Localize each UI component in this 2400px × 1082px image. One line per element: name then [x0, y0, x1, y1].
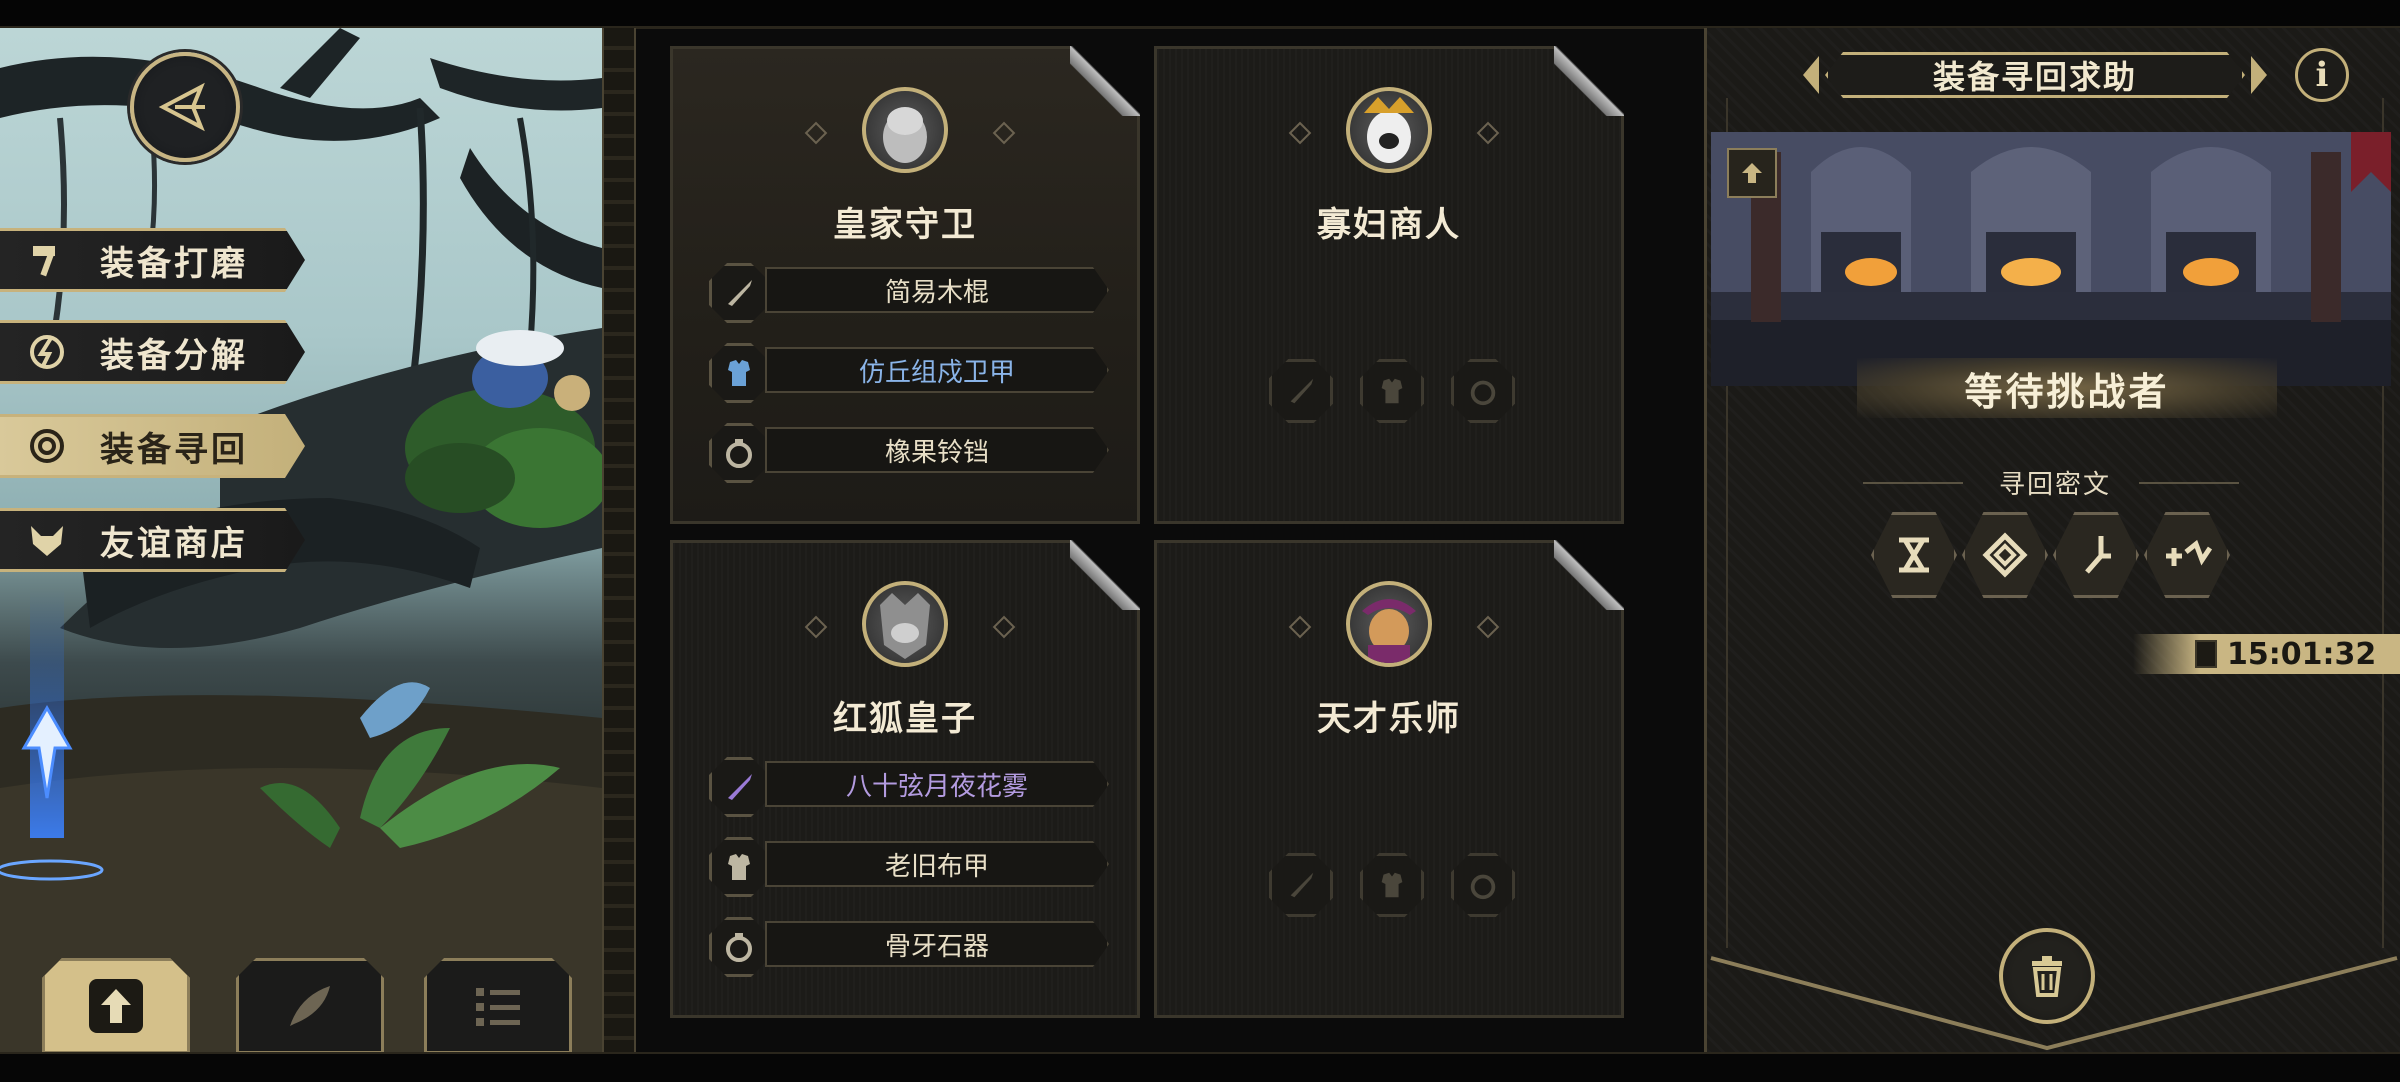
- empty-accessory-slot-icon: [1451, 853, 1515, 917]
- fox-icon: [24, 517, 70, 563]
- delete-button[interactable]: [1999, 928, 2095, 1024]
- tab-list[interactable]: [424, 958, 572, 1054]
- diamond-ornament: [992, 121, 1016, 145]
- equipment-slot[interactable]: 橡果铃铛: [709, 423, 1109, 483]
- diamond-ornament: [1476, 121, 1500, 145]
- page-fold-corner: [1070, 540, 1140, 610]
- armor-icon: [709, 343, 769, 403]
- back-button[interactable]: [130, 52, 240, 162]
- disassemble-icon: [24, 329, 70, 375]
- equipment-name: 橡果铃铛: [765, 427, 1109, 473]
- retrieve-help-panel: 装备寻回求助 i 等待挑战者 寻回密文 15:01:32: [1704, 28, 2400, 1052]
- equipment-slot[interactable]: 骨牙石器: [709, 917, 1109, 977]
- menu-retrieve-label: 装备寻回: [100, 429, 248, 470]
- npc-name: 皇家守卫: [833, 205, 977, 245]
- page-fold-corner: [1554, 46, 1624, 116]
- divider: [2139, 482, 2239, 484]
- npc-card-red-fox-prince[interactable]: 红狐皇子 八十弦月夜花雾 老旧布甲 骨牙石器: [670, 540, 1140, 1018]
- cipher-label: 寻回密文: [1998, 470, 2111, 500]
- menu-disassemble-button[interactable]: 装备分解: [0, 320, 305, 384]
- info-button[interactable]: i: [2295, 48, 2349, 102]
- sword-icon: [709, 263, 769, 323]
- npc-card-royal-guard[interactable]: 皇家守卫 简易木棍 仿丘组戍卫甲 橡果铃铛: [670, 46, 1140, 524]
- equipment-name: 老旧布甲: [765, 841, 1109, 887]
- npc-avatar: [862, 581, 948, 667]
- scene-divider: [602, 28, 636, 1052]
- list-icon: [476, 988, 520, 1026]
- npc-avatar: [862, 87, 948, 173]
- tab-feather[interactable]: [236, 958, 384, 1054]
- countdown-timer: 15:01:32: [2133, 634, 2400, 674]
- panel-title: 装备寻回求助: [1825, 52, 2245, 98]
- equipment-name: 八十弦月夜花雾: [765, 761, 1109, 807]
- hourglass-icon: [2195, 640, 2217, 668]
- diamond-ornament: [804, 615, 828, 639]
- npc-avatar: [1346, 87, 1432, 173]
- equipment-slot[interactable]: 仿丘组戍卫甲: [709, 343, 1109, 403]
- page-fold-corner: [1554, 540, 1624, 610]
- menu-retrieve-button[interactable]: 装备寻回: [0, 414, 305, 478]
- equipment-slot[interactable]: 八十弦月夜花雾: [709, 757, 1109, 817]
- equipment-name: 仿丘组戍卫甲: [765, 347, 1109, 393]
- equipment-slot[interactable]: 简易木棍: [709, 263, 1109, 323]
- equipment-name: 简易木棍: [765, 267, 1109, 313]
- back-arrow-icon: [158, 82, 205, 132]
- equipment-name: 骨牙石器: [765, 921, 1109, 967]
- bottom-bar: [0, 1052, 2400, 1082]
- spiral-icon: [24, 423, 70, 469]
- retrieve-preview-image: [1711, 132, 2391, 386]
- preview-upload-icon: [1727, 148, 1777, 198]
- trash-icon: [2032, 956, 2062, 997]
- diamond-ornament: [1288, 121, 1312, 145]
- status-banner: 等待挑战者: [1857, 358, 2277, 418]
- empty-armor-slot-icon: [1360, 359, 1424, 423]
- diamond-ornament: [804, 121, 828, 145]
- menu-polish-label: 装备打磨: [100, 243, 248, 284]
- empty-armor-slot-icon: [1360, 853, 1424, 917]
- hammer-icon: [24, 237, 70, 283]
- tab-upload[interactable]: [42, 958, 190, 1054]
- npc-name: 红狐皇子: [833, 699, 977, 739]
- sword-icon: [709, 757, 769, 817]
- timer-value: 15:01:32: [2227, 637, 2377, 672]
- npc-avatar: [1346, 581, 1432, 667]
- upload-icon: [89, 979, 143, 1033]
- ring-icon: [709, 423, 769, 483]
- menu-shop-button[interactable]: 友谊商店: [0, 508, 305, 572]
- feather-icon: [290, 986, 330, 1026]
- diamond-ornament: [1288, 615, 1312, 639]
- empty-weapon-slot-icon: [1269, 359, 1333, 423]
- armor-icon: [709, 837, 769, 897]
- diamond-ornament: [1476, 615, 1500, 639]
- ring-icon: [709, 917, 769, 977]
- top-bar: [0, 0, 2400, 29]
- empty-weapon-slot-icon: [1269, 853, 1333, 917]
- menu-shop-label: 友谊商店: [100, 523, 248, 564]
- npc-card-widow-merchant[interactable]: 寡妇商人: [1154, 46, 1624, 524]
- page-fold-corner: [1070, 46, 1140, 116]
- npc-name: 寡妇商人: [1317, 205, 1461, 245]
- npc-card-genius-musician[interactable]: 天才乐师: [1154, 540, 1624, 1018]
- info-icon: i: [2315, 55, 2329, 95]
- equipment-slot[interactable]: 老旧布甲: [709, 837, 1109, 897]
- menu-disassemble-label: 装备分解: [100, 335, 248, 376]
- empty-accessory-slot-icon: [1451, 359, 1515, 423]
- npc-name: 天才乐师: [1317, 699, 1461, 739]
- menu-polish-button[interactable]: 装备打磨: [0, 228, 305, 292]
- diamond-ornament: [992, 615, 1016, 639]
